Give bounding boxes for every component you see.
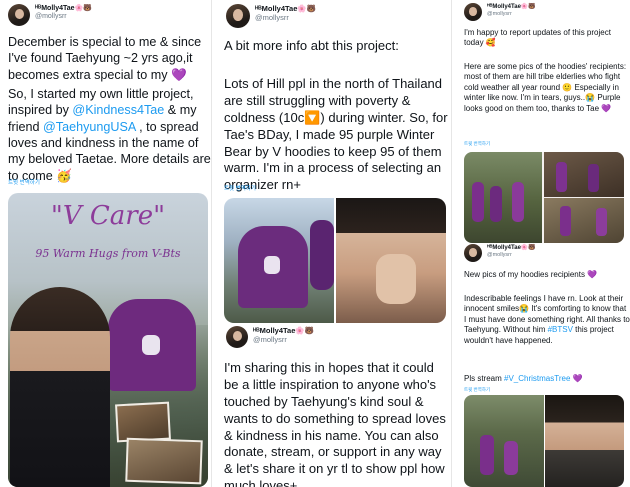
recipients-photo[interactable] bbox=[544, 198, 624, 243]
author-name-text: ᴴᴮMolly4Tae bbox=[487, 4, 521, 10]
tweet-text-4: Indescribable feelings I have rn. Look a… bbox=[464, 294, 630, 346]
mention-link-kindness4tae[interactable]: @Kindness4Tae bbox=[72, 103, 164, 117]
hashtag-btsv[interactable]: #BTSV bbox=[548, 325, 573, 334]
author-handle[interactable]: @mollysrr bbox=[35, 13, 92, 21]
avatar[interactable] bbox=[464, 3, 482, 21]
author-handle[interactable]: @mollysrr bbox=[487, 252, 536, 259]
purple-hoodie-graphic bbox=[108, 299, 196, 391]
village-photo-graphic bbox=[125, 437, 203, 485]
portrait-graphic bbox=[10, 287, 110, 487]
purple-hoodie-graphic bbox=[596, 208, 607, 236]
tweet-text-2: Lots of Hill ppl in the north of Thailan… bbox=[224, 76, 448, 193]
author-name-emoji: 🌸🐻 bbox=[74, 4, 92, 12]
author-name-text: ᴴᴮMolly4Tae bbox=[255, 4, 298, 13]
purple-hoodie-graphic bbox=[238, 226, 308, 308]
author-name-emoji: 🌸🐻 bbox=[297, 4, 317, 13]
translate-link[interactable]: 트윗 번역하기 bbox=[464, 141, 490, 147]
hoodie-photo[interactable] bbox=[224, 198, 334, 323]
tweet-text-2: So, I started my own little project, ins… bbox=[8, 86, 211, 184]
purple-hoodie-graphic bbox=[310, 220, 334, 290]
purple-hoodie-graphic bbox=[472, 182, 484, 222]
tweet-text-5-part: Pls stream bbox=[464, 374, 505, 383]
project-poster-image[interactable]: "V Care" 95 Warm Hugs from V-Bts bbox=[8, 193, 208, 487]
author-name[interactable]: ᴴᴮMolly4Tae🌸🐻 bbox=[253, 326, 314, 335]
purple-hoodie-graphic bbox=[490, 186, 502, 222]
pointing-hand-graphic bbox=[376, 254, 416, 304]
recipients-photo[interactable] bbox=[464, 395, 544, 487]
poster-subtitle: 95 Warm Hugs from V-Bts bbox=[35, 247, 181, 260]
purple-hoodie-graphic bbox=[560, 206, 571, 236]
translate-link[interactable]: 트윗 번역하기 bbox=[8, 178, 40, 186]
portrait-photo[interactable] bbox=[336, 198, 446, 323]
tweet-header[interactable]: ᴴᴮMolly4Tae🌸🐻 @mollysrr bbox=[464, 244, 536, 262]
author-name[interactable]: ᴴᴮMolly4Tae🌸🐻 bbox=[487, 3, 536, 11]
tweet-text-1: December is special to me & since I've f… bbox=[8, 35, 202, 82]
tweet-text-3: New pics of my hoodies recipients 💜 bbox=[464, 270, 598, 279]
purple-hoodie-graphic bbox=[588, 164, 599, 192]
poster-title: "V Care" bbox=[50, 201, 166, 231]
purple-hoodie-graphic bbox=[556, 162, 567, 192]
author-name-text: ᴴᴮMolly4Tae bbox=[253, 326, 296, 335]
tweet-media-grid[interactable] bbox=[464, 395, 624, 487]
avatar[interactable] bbox=[226, 326, 248, 348]
tweet-column-2: ᴴᴮMolly4Tae🌸🐻 @mollysrr A bit more info … bbox=[216, 0, 452, 487]
purple-hoodie-graphic bbox=[480, 435, 494, 475]
tweet-header[interactable]: ᴴᴮMolly4Tae🌸🐻 @mollysrr bbox=[226, 326, 314, 348]
tweet-header[interactable]: ᴴᴮMolly4Tae🌸🐻 @mollysrr bbox=[464, 3, 536, 21]
tweet-column-1: ᴴᴮMolly4Tae🌸🐻 @mollysrr December is spec… bbox=[0, 0, 212, 487]
hashtag-v-christmastree[interactable]: #V_ChristmasTree bbox=[504, 374, 570, 383]
author-name-text: ᴴᴮMolly4Tae bbox=[487, 245, 521, 251]
tweet-header[interactable]: ᴴᴮMolly4Tae🌸🐻 @mollysrr bbox=[8, 4, 92, 26]
author-name[interactable]: ᴴᴮMolly4Tae🌸🐻 bbox=[255, 4, 316, 13]
author-handle[interactable]: @mollysrr bbox=[253, 335, 314, 344]
translate-link[interactable]: 트윗 번역하기 bbox=[224, 184, 256, 192]
tweet-text-3: I'm sharing this in hopes that it could … bbox=[224, 360, 446, 487]
avatar[interactable] bbox=[8, 4, 30, 26]
author-handle[interactable]: @mollysrr bbox=[487, 11, 536, 18]
mention-link-taehyungusa[interactable]: @TaehyungUSA bbox=[43, 120, 136, 134]
tweet-media-grid[interactable] bbox=[224, 198, 446, 323]
tweet-text-5: Pls stream #V_ChristmasTree 💜 bbox=[464, 374, 630, 384]
purple-hoodie-graphic bbox=[512, 182, 524, 222]
author-name[interactable]: ᴴᴮMolly4Tae🌸🐻 bbox=[35, 4, 92, 13]
author-name-emoji: 🌸🐻 bbox=[520, 3, 536, 10]
author-name-emoji: 🌸🐻 bbox=[295, 326, 315, 335]
translate-link[interactable]: 트윗 번역하기 bbox=[464, 387, 490, 393]
tweet-header[interactable]: ᴴᴮMolly4Tae🌸🐻 @mollysrr bbox=[226, 4, 316, 28]
portrait-photo[interactable] bbox=[545, 395, 624, 487]
author-name-text: ᴴᴮMolly4Tae bbox=[35, 5, 75, 12]
tweet-text-2: Here are some pics of the hoodies' recip… bbox=[464, 62, 627, 113]
tweet-column-3: ᴴᴮMolly4Tae🌸🐻 @mollysrr I'm happy to rep… bbox=[456, 0, 630, 487]
purple-hoodie-graphic bbox=[504, 441, 518, 475]
author-handle[interactable]: @mollysrr bbox=[255, 13, 316, 22]
avatar[interactable] bbox=[464, 244, 482, 262]
tweet-text-1: I'm happy to report updates of this proj… bbox=[464, 28, 611, 48]
author-name-emoji: 🌸🐻 bbox=[520, 244, 536, 251]
tweet-media-grid[interactable] bbox=[464, 152, 624, 243]
tweet-text-1: A bit more info abt this project: bbox=[224, 38, 399, 53]
avatar[interactable] bbox=[226, 4, 250, 28]
village-photo-graphic bbox=[115, 401, 171, 443]
author-name[interactable]: ᴴᴮMolly4Tae🌸🐻 bbox=[487, 244, 536, 252]
tweet-text-5-part: 💜 bbox=[570, 374, 583, 383]
